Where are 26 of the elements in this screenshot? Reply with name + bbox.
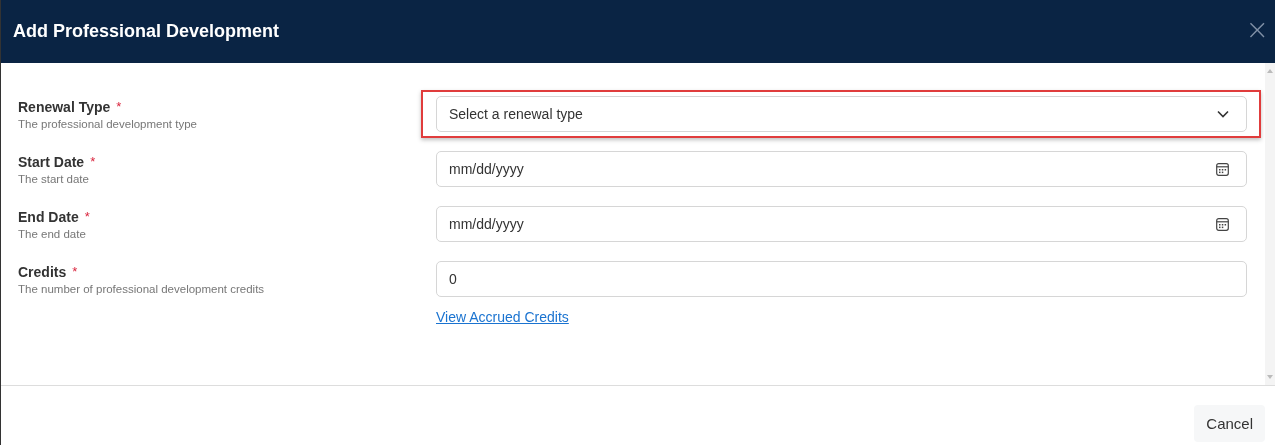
- field-description: The professional development type: [18, 118, 198, 130]
- field-label: Credits: [18, 264, 67, 280]
- chevron-down-icon: [1217, 110, 1229, 118]
- field-label: Renewal Type: [18, 99, 111, 115]
- close-button[interactable]: ×: [1239, 13, 1275, 46]
- scroll-up-icon: [1267, 69, 1273, 73]
- date-field[interactable]: mm/dd/yyyy: [436, 151, 1247, 187]
- field-label: End Date: [18, 209, 79, 225]
- dialog-title: Add Professional Development: [13, 21, 280, 42]
- required-asterisk: *: [72, 264, 78, 279]
- calendar-icon: [1216, 217, 1229, 231]
- scroll-down-icon: [1267, 375, 1273, 379]
- view-credits-link[interactable]: View Accrued Credits: [436, 309, 569, 325]
- field-description: The start date: [18, 173, 90, 185]
- field-description: The number of professional development credits: [18, 283, 266, 295]
- cancel-button[interactable]: Cancel: [1194, 404, 1265, 442]
- required-asterisk: *: [84, 209, 90, 224]
- field-description: The end date: [18, 228, 87, 240]
- required-asterisk: *: [90, 154, 96, 169]
- date-field[interactable]: mm/dd/yyyy: [436, 206, 1247, 242]
- credits-field[interactable]: 0: [436, 261, 1247, 297]
- required-asterisk: *: [116, 99, 122, 114]
- scrollbar[interactable]: [1265, 63, 1275, 385]
- field-label: Start Date: [18, 154, 85, 170]
- renewal-type-dropdown[interactable]: Select a renewal type: [436, 96, 1247, 132]
- calendar-icon: [1216, 162, 1229, 176]
